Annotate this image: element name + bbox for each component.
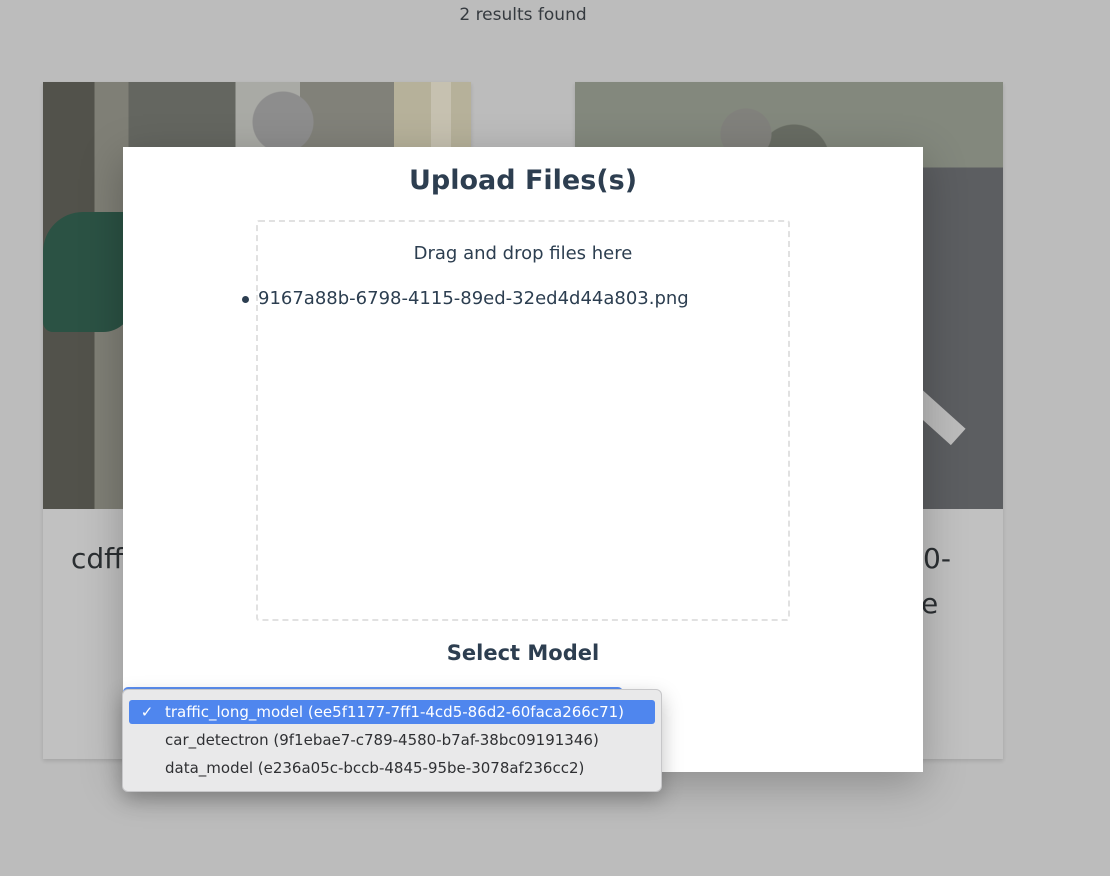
file-dropzone[interactable]: Drag and drop files here 9167a88b-6798-4… — [242, 220, 790, 621]
checkmark-icon: ✓ — [140, 703, 154, 721]
modal-title: Upload Files(s) — [408, 165, 638, 196]
uploaded-file-name: 9167a88b-6798-4115-89ed-32ed4d44a803.png — [258, 288, 689, 309]
select-model-label: Select Model — [446, 641, 600, 665]
model-option-label: data_model (e236a05c-bccb-4845-95be-3078… — [165, 759, 585, 777]
model-option[interactable]: data_model (e236a05c-bccb-4845-95be-3078… — [129, 756, 655, 780]
dropzone-hint: Drag and drop files here — [413, 243, 633, 264]
model-option[interactable]: car_detectron (9f1ebae7-c789-4580-b7af-3… — [129, 728, 655, 752]
model-option-label: traffic_long_model (ee5f1177-7ff1-4cd5-8… — [165, 703, 625, 721]
bullet-icon — [242, 296, 249, 303]
model-option[interactable]: ✓ traffic_long_model (ee5f1177-7ff1-4cd5… — [129, 700, 655, 724]
uploaded-file-item: 9167a88b-6798-4115-89ed-32ed4d44a803.png — [242, 288, 689, 309]
upload-modal: Upload Files(s) Drag and drop files here… — [123, 147, 923, 772]
model-dropdown-menu[interactable]: ✓ traffic_long_model (ee5f1177-7ff1-4cd5… — [122, 689, 662, 792]
model-option-label: car_detectron (9f1ebae7-c789-4580-b7af-3… — [165, 731, 599, 749]
